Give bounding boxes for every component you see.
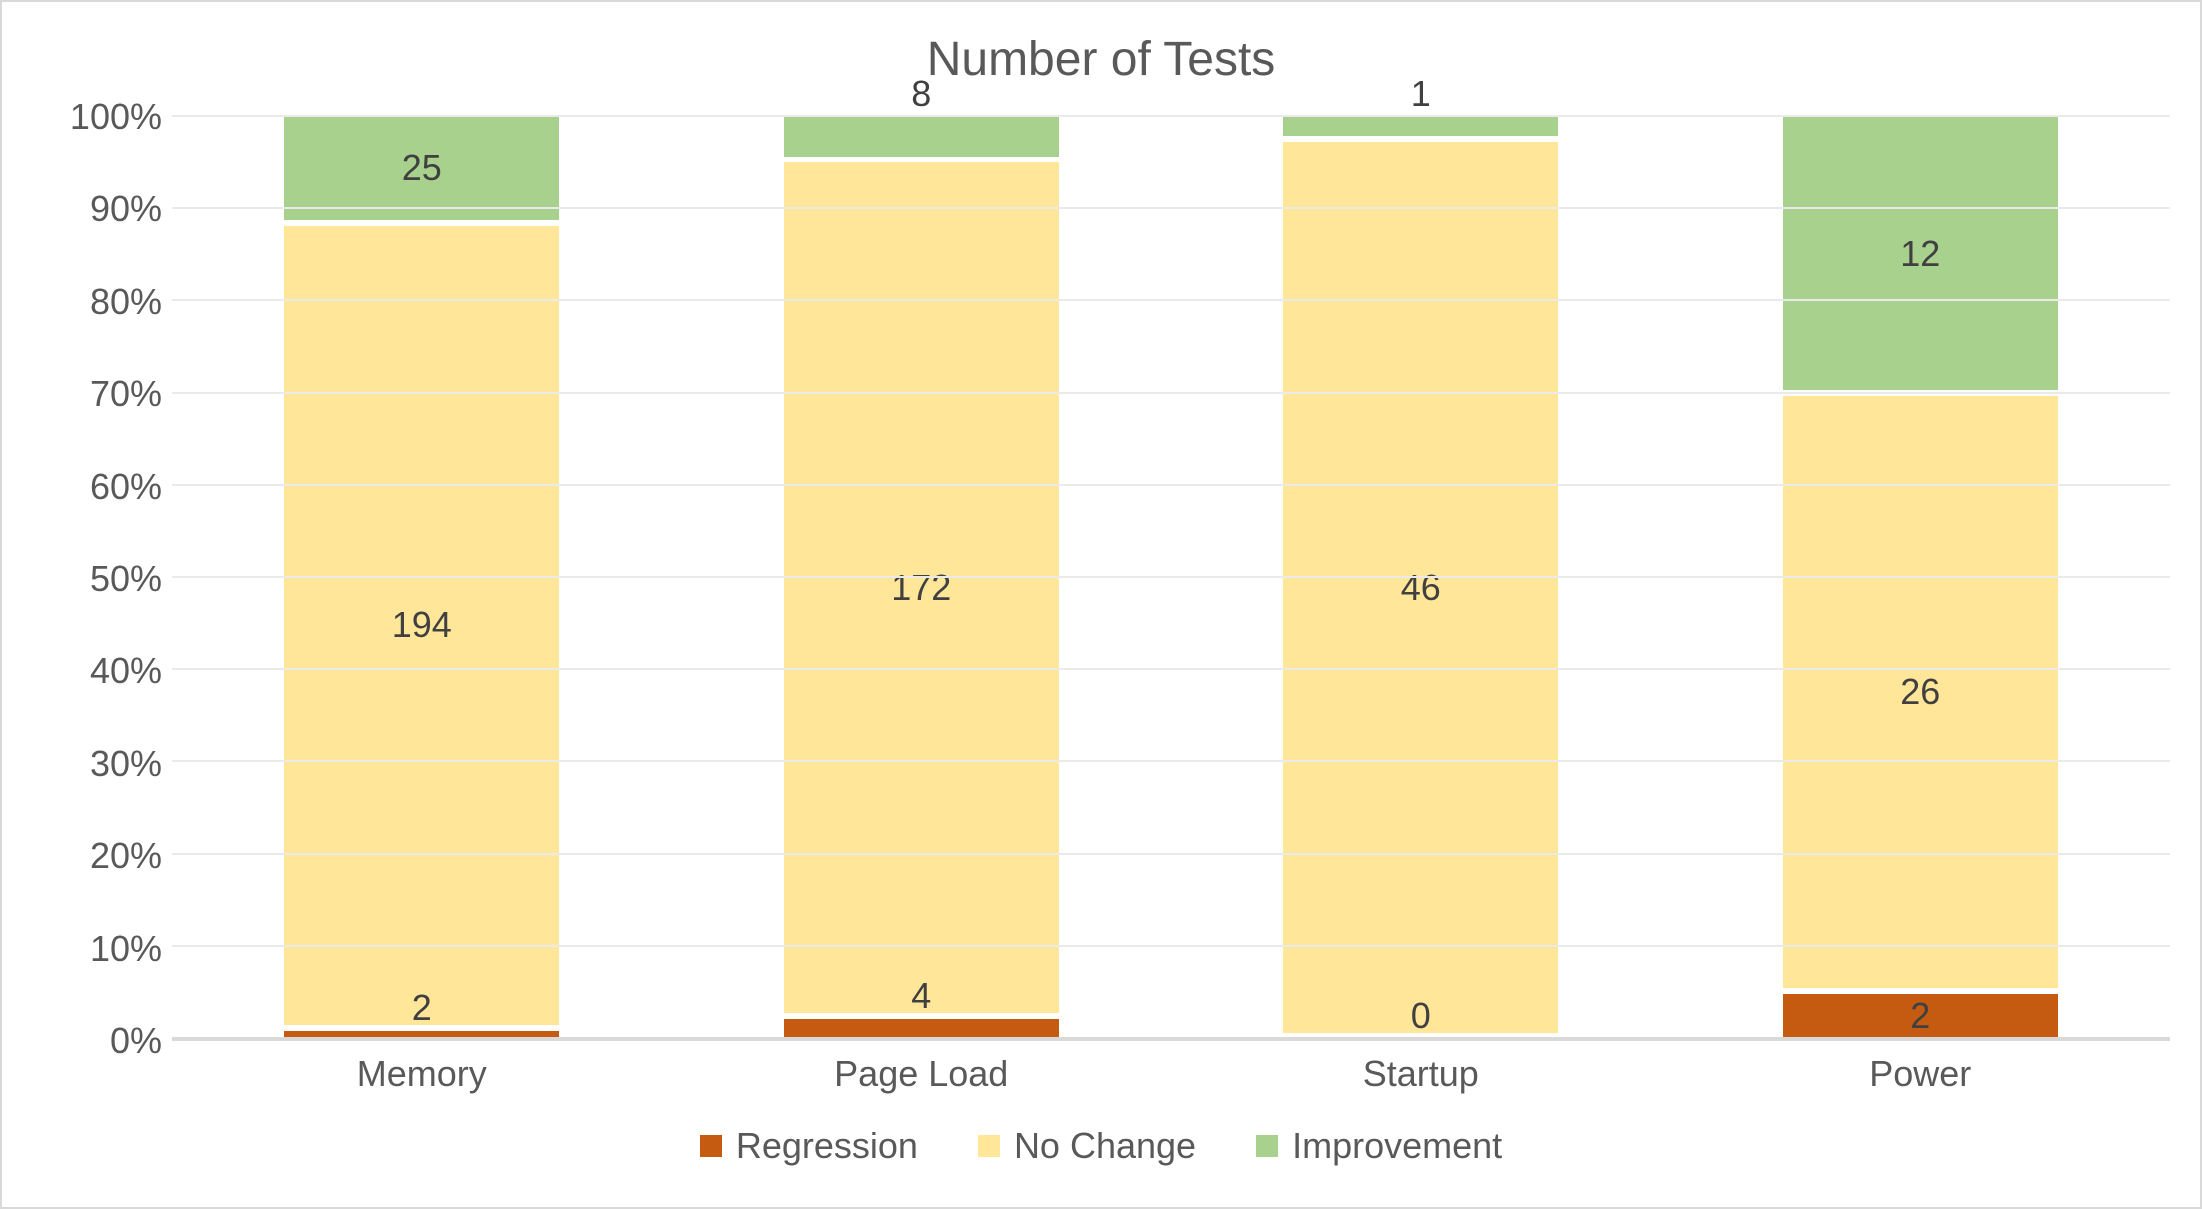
legend: Regression No Change Improvement [32, 1111, 2170, 1197]
x-tick-label: Page Load [672, 1041, 1172, 1111]
legend-item-regression: Regression [700, 1125, 918, 1167]
gridline [172, 207, 2170, 209]
y-tick-label: 20% [90, 835, 162, 877]
gridline [172, 1037, 2170, 1039]
bar-memory: 25 194 2 [284, 117, 559, 1039]
bar-segment-improvement: 1 [1283, 117, 1558, 136]
gridline [172, 668, 2170, 670]
y-tick-label: 90% [90, 188, 162, 230]
y-tick-label: 70% [90, 373, 162, 415]
legend-item-no-change: No Change [978, 1125, 1196, 1167]
y-tick-label: 50% [90, 558, 162, 600]
x-tick-label: Memory [172, 1041, 672, 1111]
bar-value-label: 2 [1910, 995, 1930, 1037]
bar-slot: 25 194 2 [172, 117, 672, 1039]
gridline [172, 576, 2170, 578]
plot-area: 25 194 2 8 172 4 1 46 0 12 26 2 [172, 117, 2170, 1041]
bar-value-label: 1 [1411, 73, 1431, 115]
gridline [172, 299, 2170, 301]
x-tick-label: Startup [1171, 1041, 1671, 1111]
legend-item-improvement: Improvement [1256, 1125, 1502, 1167]
bar-slot: 1 46 0 [1171, 117, 1671, 1039]
y-tick-label: 40% [90, 650, 162, 692]
legend-label: Improvement [1292, 1125, 1502, 1167]
y-tick-label: 60% [90, 466, 162, 508]
bar-value-label: 2 [412, 987, 432, 1029]
x-axis: MemoryPage LoadStartupPower [172, 1041, 2170, 1111]
bar-segment-no-change: 172 [784, 162, 1059, 1013]
bar-slot: 8 172 4 [672, 117, 1172, 1039]
gridline [172, 392, 2170, 394]
bar-power: 12 26 2 [1783, 117, 2058, 1039]
bar-value-label: 8 [911, 73, 931, 115]
bar-segment-no-change: 46 [1283, 142, 1558, 1033]
gridline [172, 945, 2170, 947]
chart-title: Number of Tests [32, 32, 2170, 87]
bar-value-label: 194 [392, 604, 452, 646]
bars-container: 25 194 2 8 172 4 1 46 0 12 26 2 [172, 117, 2170, 1039]
bar-page-load: 8 172 4 [784, 117, 1059, 1039]
bar-slot: 12 26 2 [1671, 117, 2171, 1039]
y-tick-label: 0% [110, 1020, 162, 1062]
bar-segment-no-change: 194 [284, 226, 559, 1025]
gridline [172, 115, 2170, 117]
y-tick-label: 80% [90, 281, 162, 323]
chart-frame: Number of Tests 0% 10% 20% 30% 40% 50% 60% 70% 8… [0, 0, 2202, 1209]
bar-segment-improvement: 12 [1783, 117, 2058, 390]
legend-swatch [1256, 1135, 1278, 1157]
x-axis-row: MemoryPage LoadStartupPower [32, 1041, 2170, 1111]
bar-value-label: 46 [1401, 567, 1441, 609]
bar-value-label: 25 [402, 147, 442, 189]
bar-value-label: 26 [1900, 671, 1940, 713]
y-axis: 0%10%20%30%40%50%60%70%80%90%100% [32, 117, 172, 1041]
legend-label: Regression [736, 1125, 918, 1167]
bar-value-label: 4 [911, 975, 931, 1017]
bar-segment-regression: 2 [1783, 994, 2058, 1040]
bar-value-label: 172 [891, 567, 951, 609]
legend-swatch [978, 1135, 1000, 1157]
bar-segment-improvement: 25 [284, 117, 559, 220]
y-tick-label: 10% [90, 928, 162, 970]
gridline [172, 853, 2170, 855]
y-tick-label: 100% [70, 96, 162, 138]
bar-startup: 1 46 0 [1283, 117, 1558, 1039]
gridline [172, 484, 2170, 486]
x-tick-label: Power [1671, 1041, 2171, 1111]
gridline [172, 760, 2170, 762]
bar-value-label: 0 [1411, 995, 1431, 1037]
legend-swatch [700, 1135, 722, 1157]
legend-label: No Change [1014, 1125, 1196, 1167]
plot-row: 0%10%20%30%40%50%60%70%80%90%100% 251942… [32, 117, 2170, 1041]
y-tick-label: 30% [90, 743, 162, 785]
bar-value-label: 12 [1900, 233, 1940, 275]
bar-segment-improvement: 8 [784, 117, 1059, 157]
